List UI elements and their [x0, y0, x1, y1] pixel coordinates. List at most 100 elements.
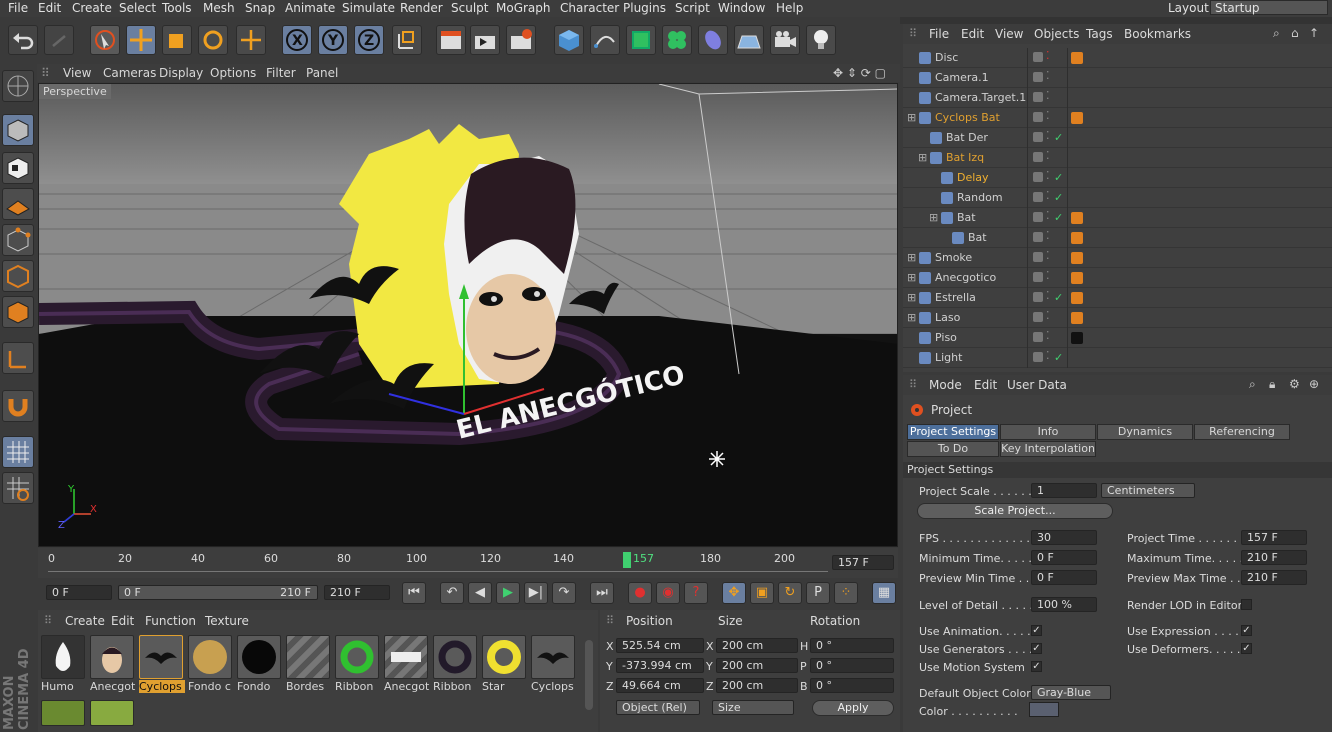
use-animation-checkbox[interactable]: ✓ [1031, 625, 1042, 636]
render-dot-toggle[interactable]: ⁚ [1046, 149, 1050, 162]
obj-menu-file[interactable]: File [929, 27, 949, 41]
x-axis-button[interactable]: X [282, 25, 312, 55]
visibility-toggle[interactable] [1033, 332, 1043, 342]
object-row[interactable]: ⊞ Estrella ⁚ ✓ [903, 288, 1332, 308]
visibility-toggle[interactable] [1033, 52, 1043, 62]
render-dot-toggle[interactable]: ⁚ [1046, 289, 1050, 302]
previous-frame-button[interactable]: ◀ [468, 582, 492, 604]
enabled-check-icon[interactable]: ✓ [1054, 171, 1063, 184]
render-dot-toggle[interactable]: ⁚ [1046, 309, 1050, 322]
enabled-check-icon[interactable]: ✓ [1054, 351, 1063, 364]
object-row[interactable]: Light ⁚ ✓ [903, 348, 1332, 368]
attr-menu-edit[interactable]: Edit [974, 378, 997, 392]
object-row[interactable]: Disc ⁚ [903, 48, 1332, 68]
size-y-field[interactable]: 200 cm [716, 658, 798, 673]
obj-menu-tags[interactable]: Tags [1086, 27, 1113, 41]
transform-tool-button[interactable] [236, 25, 266, 55]
visibility-toggle[interactable] [1033, 212, 1043, 222]
menu-create[interactable]: Create [72, 1, 112, 15]
render-lod-checkbox[interactable] [1241, 599, 1252, 610]
scale-tool-button[interactable] [162, 25, 192, 55]
obj-menu-bookmarks[interactable]: Bookmarks [1124, 27, 1191, 41]
object-row[interactable]: Camera.1 ⁚ [903, 68, 1332, 88]
start-frame-field[interactable]: 0 F [46, 585, 112, 600]
expand-toggle-icon[interactable]: ⊞ [918, 151, 927, 164]
menu-character[interactable]: Character [560, 1, 619, 15]
material-swatch-selected[interactable] [139, 635, 183, 679]
timeline-ruler[interactable]: 0 20 40 60 80 100 120 140 157 180 200 15… [38, 548, 898, 578]
range-slider[interactable]: 0 F 210 F [118, 585, 318, 600]
size-mode-select[interactable]: Size [712, 700, 794, 715]
tab-to-do[interactable]: To Do [907, 441, 999, 457]
visibility-toggle[interactable] [1033, 272, 1043, 282]
cube-button[interactable] [554, 25, 584, 55]
object-row[interactable]: ⊞ Cyclops Bat ⁚ [903, 108, 1332, 128]
key-scale-button[interactable]: ▣ [750, 582, 774, 604]
menu-sculpt[interactable]: Sculpt [451, 1, 488, 15]
timeline-button[interactable]: ▦ [872, 582, 896, 604]
layout-select[interactable]: Startup [1210, 0, 1328, 15]
camera-button[interactable] [770, 25, 800, 55]
coordinate-system-button[interactable] [392, 25, 422, 55]
use-generators-checkbox[interactable]: ✓ [1031, 643, 1042, 654]
vp-menu-display[interactable]: Display [159, 66, 203, 80]
lod-field[interactable]: 100 % [1031, 597, 1097, 612]
object-row[interactable]: ⊞ Smoke ⁚ [903, 248, 1332, 268]
lock-icon[interactable]: 🔒︎ [1269, 377, 1275, 392]
y-axis-button[interactable]: Y [318, 25, 348, 55]
enabled-check-icon[interactable]: ✓ [1054, 291, 1063, 304]
object-row[interactable]: Delay ⁚ ✓ [903, 168, 1332, 188]
new-panel-icon[interactable]: ⊕ [1309, 377, 1319, 391]
menu-file[interactable]: File [8, 1, 28, 15]
tab-dynamics[interactable]: Dynamics [1097, 424, 1193, 440]
grid-lock-button[interactable] [2, 436, 34, 468]
visibility-toggle[interactable] [1033, 112, 1043, 122]
tag-icon[interactable] [1071, 332, 1083, 344]
points-mode-button[interactable] [2, 224, 34, 256]
object-row[interactable]: Bat ⁚ [903, 228, 1332, 248]
object-row[interactable]: Piso ⁚ [903, 328, 1332, 348]
go-to-start-button[interactable]: ⏮ [402, 582, 426, 604]
menu-mograph[interactable]: MoGraph [496, 1, 551, 15]
render-dot-toggle[interactable]: ⁚ [1046, 329, 1050, 342]
menu-window[interactable]: Window [718, 1, 765, 15]
attr-menu-mode[interactable]: Mode [929, 378, 962, 392]
render-dot-toggle[interactable]: ⁚ [1046, 169, 1050, 182]
units-select[interactable]: Centimeters [1101, 483, 1195, 498]
expand-toggle-icon[interactable]: ⊞ [907, 251, 916, 264]
vp-menu-cameras[interactable]: Cameras [103, 66, 156, 80]
navigate-up-icon[interactable]: ↑ [1309, 26, 1319, 40]
size-x-field[interactable]: 200 cm [716, 638, 798, 653]
key-rotation-button[interactable]: ↻ [778, 582, 802, 604]
use-motion-checkbox[interactable]: ✓ [1031, 661, 1042, 672]
expand-toggle-icon[interactable]: ⊞ [907, 311, 916, 324]
menu-plugins[interactable]: Plugins [623, 1, 666, 15]
render-settings-button[interactable] [506, 25, 536, 55]
object-row[interactable]: Bat Der ⁚ ✓ [903, 128, 1332, 148]
mat-menu-function[interactable]: Function [145, 614, 196, 628]
menu-script[interactable]: Script [675, 1, 710, 15]
obj-menu-edit[interactable]: Edit [961, 27, 984, 41]
obj-menu-view[interactable]: View [995, 27, 1023, 41]
scale-project-button[interactable]: Scale Project... [917, 503, 1113, 519]
render-view-button[interactable] [436, 25, 466, 55]
render-dot-toggle[interactable]: ⁚ [1046, 49, 1050, 62]
render-dot-toggle[interactable]: ⁚ [1046, 249, 1050, 262]
texture-mode-button[interactable] [2, 152, 34, 184]
material-swatch[interactable] [286, 635, 330, 679]
render-dot-toggle[interactable]: ⁚ [1046, 349, 1050, 362]
next-frame-button[interactable]: ▶| [524, 582, 548, 604]
visibility-toggle[interactable] [1033, 252, 1043, 262]
key-parameter-button[interactable]: P [806, 582, 830, 604]
vp-menu-panel[interactable]: Panel [306, 66, 338, 80]
tag-icon[interactable] [1071, 52, 1083, 64]
material-swatch[interactable] [237, 635, 281, 679]
next-key-button[interactable]: ↷ [552, 582, 576, 604]
playhead[interactable] [623, 552, 631, 568]
rotation-h-field[interactable]: 0 ° [810, 638, 894, 653]
obj-menu-objects[interactable]: Objects [1034, 27, 1079, 41]
object-row[interactable]: Random ⁚ ✓ [903, 188, 1332, 208]
visibility-toggle[interactable] [1033, 312, 1043, 322]
material-swatch[interactable] [90, 700, 134, 726]
expand-toggle-icon[interactable]: ⊞ [907, 271, 916, 284]
